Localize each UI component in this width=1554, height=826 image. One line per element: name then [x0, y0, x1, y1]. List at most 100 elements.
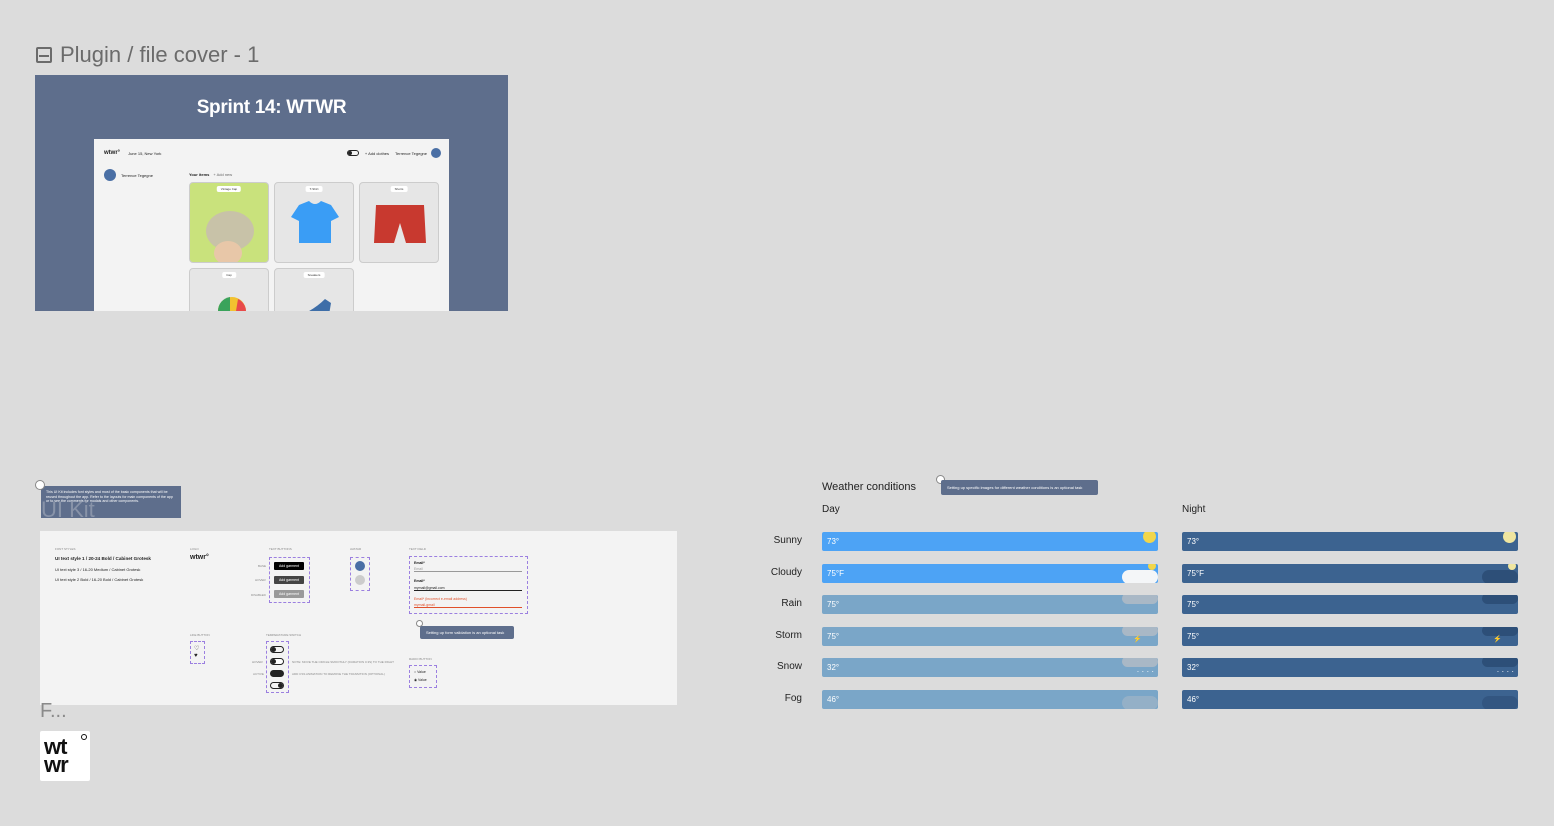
- email-input-error[interactable]: mymail-gmail: [414, 603, 522, 608]
- heart-outline-icon[interactable]: ♡: [194, 645, 199, 652]
- mock-items-header: Your items + Add new: [189, 172, 232, 177]
- temperature-value: 46°: [1187, 695, 1200, 704]
- switch-state-hover: Hover: [252, 660, 263, 664]
- temperature-value: 32°: [1187, 663, 1200, 672]
- wtwr-logo[interactable]: wt wr: [40, 731, 90, 781]
- mock-add-new: + Add new: [213, 172, 233, 177]
- weather-card-day: 75° ⚡: [822, 627, 1158, 646]
- button-state-hover: Hover: [255, 578, 266, 582]
- frame-label-f[interactable]: F...: [40, 700, 67, 723]
- weather-card-night: 75°F: [1182, 564, 1518, 583]
- add-garment-button-hover[interactable]: Add garment: [274, 576, 304, 584]
- button-state-disabled: Disabled: [251, 593, 266, 597]
- section-buttons: Text buttons: [269, 547, 292, 551]
- snow-cloud-icon: · · · ·: [1468, 658, 1518, 677]
- weather-card-day: 32° · · · ·: [822, 658, 1158, 677]
- weather-tooltip: Setting up specific images for different…: [941, 480, 1098, 495]
- rain-cloud-icon: [1468, 595, 1518, 614]
- day-column-label: Day: [822, 504, 840, 515]
- weather-card-day: 75°: [822, 595, 1158, 614]
- sun-icon: [1108, 532, 1158, 551]
- tshirt-icon: [291, 201, 339, 243]
- degree-icon: [81, 734, 87, 740]
- temperature-value: 75°: [827, 632, 840, 641]
- section-like-button: Like button: [190, 633, 210, 637]
- temp-switch-active[interactable]: [270, 670, 284, 677]
- mock-sidebar-avatar: [104, 169, 116, 181]
- font-line-3: UI text style 2 Bold / 16-20 Bold / Cabi…: [55, 577, 144, 582]
- mock-sidebar: Terrence Tegegne: [104, 169, 153, 181]
- cap-photo-icon: [206, 211, 254, 262]
- frame-label-cover[interactable]: Plugin / file cover - 1: [36, 42, 259, 68]
- email-label: Email*: [414, 561, 425, 565]
- switch-note-2: Add css animation to remove the transiti…: [292, 672, 385, 676]
- temperature-value: 75°F: [827, 569, 844, 578]
- switch-state-active: Active: [253, 672, 264, 676]
- temperature-value: 32°: [827, 663, 840, 672]
- radio-option-2[interactable]: ◉ Value: [414, 678, 427, 682]
- weather-card-night: 75° ⚡: [1182, 627, 1518, 646]
- mock-card: Cap: [189, 268, 269, 311]
- font-line-1: UI text style 1 / 20-24 Bold / Cabinet G…: [55, 556, 151, 561]
- card-tag: T-Shirt: [305, 186, 323, 192]
- snow-cloud-icon: · · · ·: [1108, 658, 1158, 677]
- weather-title: Weather conditions: [822, 481, 916, 493]
- mock-your-items: Your items: [189, 172, 210, 177]
- rain-cloud-icon: [1108, 595, 1158, 614]
- temperature-value: 46°: [827, 695, 840, 704]
- temperature-value: 75°: [1187, 600, 1200, 609]
- ui-kit-label[interactable]: UI Kit: [41, 497, 95, 523]
- mock-date: June 15, New York: [128, 150, 162, 156]
- app-mockup: wtwr° June 15, New York + Add clothes Te…: [94, 139, 449, 311]
- mock-card: Sneakers: [274, 268, 354, 311]
- weather-card-night: 73°: [1182, 532, 1518, 551]
- mock-user: Terrence Tegegne: [395, 150, 427, 156]
- kit-logo: wtwr°: [190, 554, 209, 561]
- weather-card-day: 73°: [822, 532, 1158, 551]
- ui-kit-frame[interactable]: Font styles UI text style 1 / 20-24 Bold…: [40, 531, 677, 705]
- card-tag: Vintage Cap: [216, 186, 242, 192]
- radio-option-1[interactable]: ○ Value: [414, 670, 426, 674]
- temperature-value: 75°: [1187, 632, 1200, 641]
- mock-card: Shorts: [359, 182, 439, 263]
- mock-avatar: [431, 148, 441, 158]
- mock-sidebar-name: Terrence Tegegne: [121, 172, 153, 178]
- email-label-filled: Email*: [414, 579, 425, 583]
- mock-header: wtwr° June 15, New York + Add clothes Te…: [104, 147, 441, 159]
- weather-card-night: 75°: [1182, 595, 1518, 614]
- email-input-filled[interactable]: mymail@gmail.com: [414, 586, 522, 591]
- section-temp-switch: Temperature switch: [266, 633, 302, 637]
- temperature-value: 75°: [827, 600, 840, 609]
- section-avatar: Avatar: [350, 547, 362, 551]
- weather-row-label: Sunny: [773, 535, 802, 546]
- fog-icon: [1108, 690, 1158, 709]
- temp-switch-hover[interactable]: [270, 658, 284, 665]
- card-tag: Cap: [222, 272, 236, 278]
- section-font-styles: Font styles: [55, 547, 76, 551]
- cloud-sun-icon: [1108, 564, 1158, 583]
- cloud-sun-icon: [1468, 564, 1518, 583]
- radio-group: [409, 665, 437, 688]
- cover-frame[interactable]: Sprint 14: WTWR wtwr° June 15, New York …: [35, 75, 508, 311]
- temp-switch[interactable]: [270, 646, 284, 653]
- card-tag: Sneakers: [303, 272, 325, 278]
- comment-pin-icon[interactable]: [35, 480, 45, 490]
- sun-icon: [1468, 532, 1518, 551]
- weather-row-label: Cloudy: [770, 567, 802, 578]
- validation-tooltip: Setting up form validation is an optiona…: [420, 626, 514, 639]
- mock-logo: wtwr°: [104, 150, 121, 156]
- temp-switch-off[interactable]: [270, 682, 284, 689]
- section-radio: Radio button: [409, 657, 432, 661]
- heart-filled-icon[interactable]: ♥: [194, 653, 198, 659]
- cover-title: Sprint 14: WTWR: [196, 97, 347, 118]
- email-input[interactable]: Email: [414, 567, 522, 572]
- email-error-label: Email* (Incorrect e-email address): [414, 597, 467, 601]
- weather-row-label: Storm: [775, 630, 802, 641]
- frame-label-text: Plugin / file cover - 1: [60, 42, 260, 67]
- mock-toggle-icon: [346, 150, 359, 156]
- fog-icon: [1468, 690, 1518, 709]
- section-logo: Logo: [190, 547, 199, 551]
- add-garment-button[interactable]: Add garment: [274, 562, 304, 570]
- mock-add-clothes: + Add clothes: [364, 150, 390, 156]
- logo-line-2: wr: [44, 752, 69, 777]
